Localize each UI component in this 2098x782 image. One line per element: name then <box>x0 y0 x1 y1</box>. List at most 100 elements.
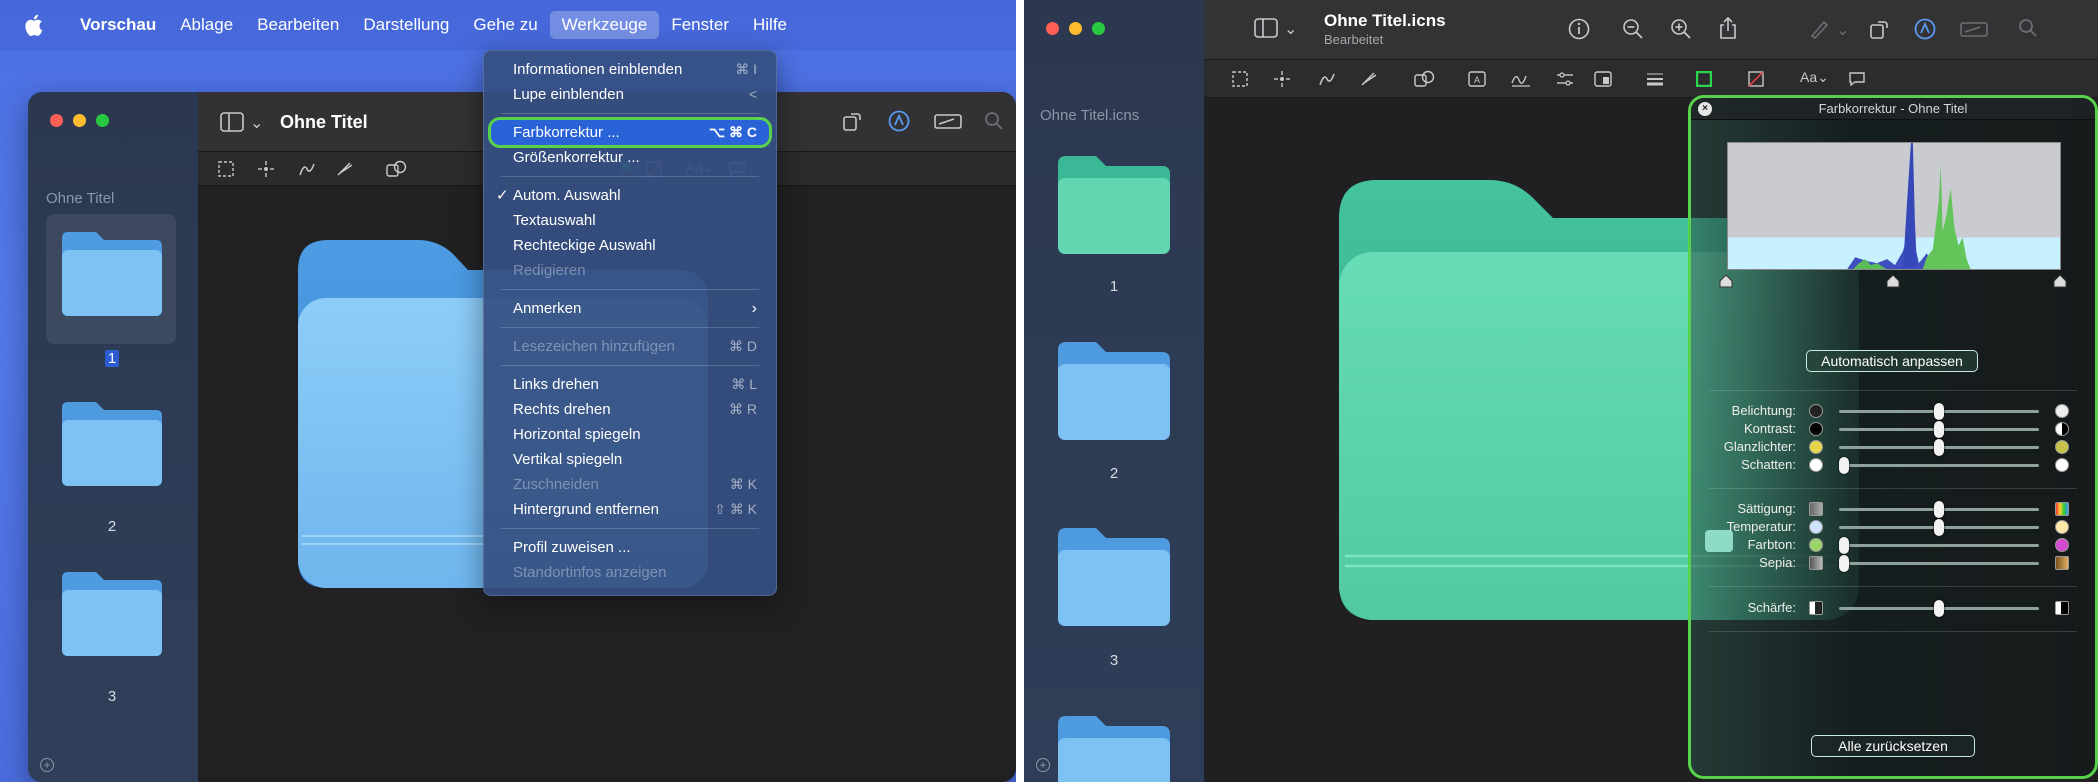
comment-icon[interactable] <box>1848 71 1866 87</box>
signature-icon[interactable] <box>934 112 962 130</box>
checkmark-icon: ✓ <box>496 187 509 204</box>
menu-item-hintergrund-entfernen[interactable]: Hintergrund entfernen ⇧ ⌘ K <box>491 497 769 522</box>
thumbnail-page-2[interactable] <box>1054 338 1174 442</box>
menu-item-rechteckige-auswahl[interactable]: Rechteckige Auswahl <box>491 233 769 258</box>
menu-item-rechts-drehen[interactable]: Rechts drehen ⌘ R <box>491 397 769 422</box>
instant-alpha-icon[interactable] <box>258 161 274 177</box>
adjust-size-icon[interactable] <box>1594 71 1612 87</box>
slider-thumb[interactable] <box>1934 519 1944 536</box>
slider-thumb[interactable] <box>1934 421 1944 438</box>
menu-app-name[interactable]: Vorschau <box>68 11 168 39</box>
rect-select-icon[interactable] <box>1232 71 1248 87</box>
menu-item-informationen[interactable]: Informationen einblenden ⌘ I <box>491 57 769 82</box>
slider-thumb[interactable] <box>1934 501 1944 518</box>
markup-icon[interactable] <box>888 110 910 132</box>
menu-item-groessenkorrektur[interactable]: Größenkorrektur ... <box>491 145 769 170</box>
menu-fenster[interactable]: Fenster <box>659 11 741 39</box>
signature-icon[interactable] <box>1960 20 1988 38</box>
close-icon[interactable]: × <box>1698 102 1712 116</box>
close-window-button[interactable] <box>50 114 63 127</box>
histogram[interactable] <box>1727 142 2061 270</box>
chevron-down-icon[interactable]: ⌄ <box>250 113 263 133</box>
add-page-icon[interactable]: + <box>1036 758 1050 772</box>
draw-icon[interactable] <box>336 161 354 177</box>
menu-item-horizontal-spiegeln[interactable]: Horizontal spiegeln <box>491 422 769 447</box>
sketch-icon[interactable] <box>298 161 316 177</box>
slider-farbton[interactable]: Farbton: <box>1691 530 2095 555</box>
slider-glanzlichter[interactable]: Glanzlichter: <box>1691 437 2095 457</box>
thumbnail-page-3[interactable] <box>1054 524 1174 628</box>
menu-item-textauswahl[interactable]: Textauswahl <box>491 208 769 233</box>
eyedropper-icon[interactable] <box>1705 530 1733 552</box>
add-page-icon[interactable]: + <box>40 758 54 772</box>
menu-item-lupe[interactable]: Lupe einblenden < <box>491 82 769 107</box>
slider-sepia[interactable]: Sepia: <box>1691 553 2095 573</box>
sketch-icon[interactable] <box>1318 71 1336 87</box>
close-window-button[interactable] <box>1046 22 1059 35</box>
thumbnail-page-4[interactable] <box>1054 712 1174 782</box>
slider-kontrast[interactable]: Kontrast: <box>1691 419 2095 439</box>
adjust-color-icon[interactable] <box>1556 71 1574 87</box>
menu-item-autom-auswahl[interactable]: ✓ Autom. Auswahl <box>491 183 769 208</box>
menu-item-anmerken[interactable]: Anmerken › <box>491 296 769 321</box>
thumbnail-page-1[interactable] <box>1054 152 1174 256</box>
sign-icon[interactable] <box>1510 70 1532 88</box>
highlight-pen-icon[interactable] <box>1808 18 1830 40</box>
slider-thumb[interactable] <box>1934 403 1944 420</box>
slider-schatten[interactable]: Schatten: <box>1691 455 2095 475</box>
menu-werkzeuge[interactable]: Werkzeuge <box>549 11 660 39</box>
draw-icon[interactable] <box>1360 71 1378 87</box>
instant-alpha-icon[interactable] <box>1274 71 1290 87</box>
shapes-icon[interactable] <box>1414 70 1436 88</box>
minimize-window-button[interactable] <box>1069 22 1082 35</box>
border-color-icon[interactable] <box>1696 71 1712 87</box>
zoom-out-icon[interactable] <box>1622 18 1644 40</box>
thumbnail-page-3[interactable] <box>58 568 166 660</box>
zoom-window-button[interactable] <box>96 114 109 127</box>
slider-thumb[interactable] <box>1839 457 1849 474</box>
zoom-in-icon[interactable] <box>1670 18 1692 40</box>
line-style-icon[interactable] <box>1646 71 1664 87</box>
rotate-icon[interactable] <box>841 110 863 132</box>
apple-logo-icon[interactable] <box>24 13 44 37</box>
share-icon[interactable] <box>1718 16 1738 40</box>
menu-item-vertikal-spiegeln[interactable]: Vertikal spiegeln <box>491 447 769 472</box>
rect-select-icon[interactable] <box>218 161 234 177</box>
slider-saettigung[interactable]: Sättigung: <box>1691 499 2095 519</box>
slider-belichtung[interactable]: Belichtung: <box>1691 401 2095 421</box>
histogram-level-handles[interactable] <box>1718 274 2074 288</box>
chevron-down-icon[interactable]: ⌄ <box>1836 20 1849 40</box>
text-style-icon[interactable]: Aa⌄ <box>1800 69 1829 86</box>
text-box-icon[interactable]: A <box>1468 71 1486 87</box>
menu-darstellung[interactable]: Darstellung <box>351 11 461 39</box>
menu-item-profil-zuweisen[interactable]: Profil zuweisen ... <box>491 535 769 560</box>
slider-temperatur[interactable]: Temperatur: <box>1691 517 2095 537</box>
menu-gehe-zu[interactable]: Gehe zu <box>461 11 549 39</box>
markup-icon[interactable] <box>1914 18 1936 40</box>
slider-thumb[interactable] <box>1839 555 1849 572</box>
sidebar-toggle-icon[interactable] <box>1254 18 1278 38</box>
menu-bearbeiten[interactable]: Bearbeiten <box>245 11 351 39</box>
sidebar-toggle-icon[interactable] <box>220 112 244 132</box>
rotate-icon[interactable] <box>1868 18 1890 40</box>
zoom-window-button[interactable] <box>1092 22 1105 35</box>
minimize-window-button[interactable] <box>73 114 86 127</box>
chevron-down-icon[interactable]: ⌄ <box>1284 19 1297 39</box>
slider-thumb[interactable] <box>1934 439 1944 456</box>
fill-color-icon[interactable] <box>1748 71 1764 87</box>
shapes-icon[interactable] <box>386 160 408 178</box>
auto-adjust-button[interactable]: Automatisch anpassen <box>1806 350 1978 372</box>
slider-thumb[interactable] <box>1839 537 1849 554</box>
menu-ablage[interactable]: Ablage <box>168 11 245 39</box>
slider-thumb[interactable] <box>1934 600 1944 617</box>
reset-all-button[interactable]: Alle zurücksetzen <box>1811 735 1975 757</box>
search-icon[interactable] <box>984 111 1004 131</box>
info-icon[interactable] <box>1568 18 1590 40</box>
menu-item-links-drehen[interactable]: Links drehen ⌘ L <box>491 372 769 397</box>
search-icon[interactable] <box>2018 18 2038 38</box>
menu-item-farbkorrektur[interactable]: Farbkorrektur ... ⌥ ⌘ C <box>488 117 772 148</box>
menu-hilfe[interactable]: Hilfe <box>741 11 799 39</box>
slider-schaerfe[interactable]: Schärfe: <box>1691 598 2095 618</box>
thumbnail-page-2[interactable] <box>58 398 166 490</box>
thumbnail-page-1[interactable] <box>58 228 166 320</box>
